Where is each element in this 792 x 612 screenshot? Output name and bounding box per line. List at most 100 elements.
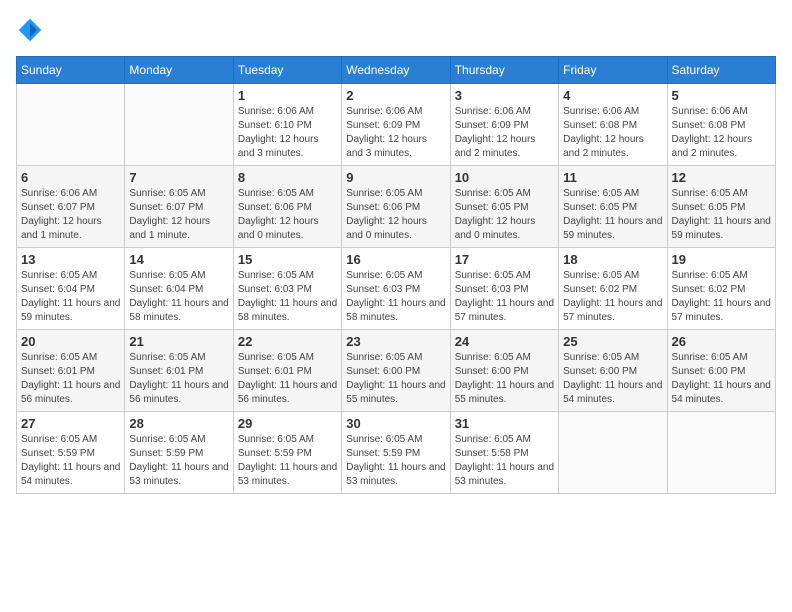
weekday-header: Thursday xyxy=(450,57,558,84)
calendar-cell xyxy=(125,84,233,166)
calendar-cell: 23 Sunrise: 6:05 AM Sunset: 6:00 PM Dayli… xyxy=(342,330,450,412)
calendar-cell: 6Sunrise: 6:06 AM Sunset: 6:07 PM Daylig… xyxy=(17,166,125,248)
calendar-cell: 9 Sunrise: 6:05 AM Sunset: 6:06 PM Daylig… xyxy=(342,166,450,248)
day-info: Sunrise: 6:05 AM Sunset: 5:59 PM Dayligh… xyxy=(21,433,120,489)
day-number: 23 xyxy=(346,334,445,349)
calendar-cell: 27 Sunrise: 6:05 AM Sunset: 5:59 PM Dayli… xyxy=(17,412,125,494)
day-number: 24 xyxy=(455,334,554,349)
day-number: 14 xyxy=(129,252,228,267)
calendar-cell: 30 Sunrise: 6:05 AM Sunset: 5:59 PM Dayli… xyxy=(342,412,450,494)
day-info: Sunrise: 6:05 AM Sunset: 5:59 PM Dayligh… xyxy=(346,433,445,489)
calendar-cell: 22Sunrise: 6:05 AM Sunset: 6:01 PM Dayli… xyxy=(233,330,341,412)
calendar-cell: 19 Sunrise: 6:05 AM Sunset: 6:02 PM Dayli… xyxy=(667,248,775,330)
day-info: Sunrise: 6:05 AM Sunset: 6:06 PM Dayligh… xyxy=(238,187,337,243)
weekday-header: Sunday xyxy=(17,57,125,84)
calendar-cell: 10 Sunrise: 6:05 AM Sunset: 6:05 PM Dayli… xyxy=(450,166,558,248)
weekday-header: Monday xyxy=(125,57,233,84)
day-number: 18 xyxy=(563,252,662,267)
day-info: Sunrise: 6:05 AM Sunset: 6:04 PM Dayligh… xyxy=(129,269,228,325)
day-info: Sunrise: 6:05 AM Sunset: 6:02 PM Dayligh… xyxy=(672,269,771,325)
calendar-cell: 20Sunrise: 6:05 AM Sunset: 6:01 PM Dayli… xyxy=(17,330,125,412)
calendar-cell: 8 Sunrise: 6:05 AM Sunset: 6:06 PM Daylig… xyxy=(233,166,341,248)
day-info: Sunrise: 6:06 AM Sunset: 6:08 PM Dayligh… xyxy=(563,105,662,161)
day-info: Sunrise: 6:05 AM Sunset: 6:02 PM Dayligh… xyxy=(563,269,662,325)
day-number: 8 xyxy=(238,170,337,185)
calendar-cell: 13Sunrise: 6:05 AM Sunset: 6:04 PM Dayli… xyxy=(17,248,125,330)
day-number: 16 xyxy=(346,252,445,267)
day-info: Sunrise: 6:05 AM Sunset: 5:58 PM Dayligh… xyxy=(455,433,554,489)
calendar-week-row: 6Sunrise: 6:06 AM Sunset: 6:07 PM Daylig… xyxy=(17,166,776,248)
day-info: Sunrise: 6:05 AM Sunset: 6:04 PM Dayligh… xyxy=(21,269,120,325)
day-number: 21 xyxy=(129,334,228,349)
calendar-cell: 29 Sunrise: 6:05 AM Sunset: 5:59 PM Dayli… xyxy=(233,412,341,494)
logo xyxy=(16,16,48,44)
calendar-week-row: 20Sunrise: 6:05 AM Sunset: 6:01 PM Dayli… xyxy=(17,330,776,412)
logo-icon xyxy=(16,16,44,44)
day-number: 26 xyxy=(672,334,771,349)
day-number: 7 xyxy=(129,170,228,185)
day-info: Sunrise: 6:05 AM Sunset: 6:03 PM Dayligh… xyxy=(346,269,445,325)
day-number: 3 xyxy=(455,88,554,103)
calendar-cell: 12Sunrise: 6:05 AM Sunset: 6:05 PM Dayli… xyxy=(667,166,775,248)
calendar: SundayMondayTuesdayWednesdayThursdayFrid… xyxy=(16,56,776,494)
weekday-header: Tuesday xyxy=(233,57,341,84)
day-info: Sunrise: 6:06 AM Sunset: 6:10 PM Dayligh… xyxy=(238,105,337,161)
calendar-cell: 2 Sunrise: 6:06 AM Sunset: 6:09 PM Daylig… xyxy=(342,84,450,166)
day-number: 28 xyxy=(129,416,228,431)
weekday-header: Friday xyxy=(559,57,667,84)
day-number: 5 xyxy=(672,88,771,103)
calendar-cell: 26Sunrise: 6:05 AM Sunset: 6:00 PM Dayli… xyxy=(667,330,775,412)
page-header xyxy=(16,16,776,44)
calendar-cell: 31 Sunrise: 6:05 AM Sunset: 5:58 PM Dayli… xyxy=(450,412,558,494)
calendar-cell xyxy=(17,84,125,166)
day-info: Sunrise: 6:06 AM Sunset: 6:07 PM Dayligh… xyxy=(21,187,120,243)
calendar-cell: 28 Sunrise: 6:05 AM Sunset: 5:59 PM Dayli… xyxy=(125,412,233,494)
day-number: 31 xyxy=(455,416,554,431)
day-number: 11 xyxy=(563,170,662,185)
day-info: Sunrise: 6:05 AM Sunset: 6:07 PM Dayligh… xyxy=(129,187,228,243)
calendar-cell: 15Sunrise: 6:05 AM Sunset: 6:03 PM Dayli… xyxy=(233,248,341,330)
calendar-cell: 18 Sunrise: 6:05 AM Sunset: 6:02 PM Dayli… xyxy=(559,248,667,330)
day-info: Sunrise: 6:06 AM Sunset: 6:08 PM Dayligh… xyxy=(672,105,771,161)
day-info: Sunrise: 6:05 AM Sunset: 6:01 PM Dayligh… xyxy=(129,351,228,407)
calendar-cell: 17 Sunrise: 6:05 AM Sunset: 6:03 PM Dayli… xyxy=(450,248,558,330)
calendar-cell: 11Sunrise: 6:05 AM Sunset: 6:05 PM Dayli… xyxy=(559,166,667,248)
day-info: Sunrise: 6:05 AM Sunset: 6:01 PM Dayligh… xyxy=(21,351,120,407)
calendar-cell: 5 Sunrise: 6:06 AM Sunset: 6:08 PM Daylig… xyxy=(667,84,775,166)
weekday-header: Wednesday xyxy=(342,57,450,84)
day-info: Sunrise: 6:05 AM Sunset: 6:05 PM Dayligh… xyxy=(672,187,771,243)
calendar-cell: 16 Sunrise: 6:05 AM Sunset: 6:03 PM Dayli… xyxy=(342,248,450,330)
calendar-week-row: 1Sunrise: 6:06 AM Sunset: 6:10 PM Daylig… xyxy=(17,84,776,166)
day-number: 9 xyxy=(346,170,445,185)
day-number: 10 xyxy=(455,170,554,185)
day-info: Sunrise: 6:06 AM Sunset: 6:09 PM Dayligh… xyxy=(455,105,554,161)
day-number: 19 xyxy=(672,252,771,267)
calendar-cell: 7 Sunrise: 6:05 AM Sunset: 6:07 PM Daylig… xyxy=(125,166,233,248)
calendar-cell xyxy=(559,412,667,494)
day-number: 4 xyxy=(563,88,662,103)
calendar-cell: 4 Sunrise: 6:06 AM Sunset: 6:08 PM Daylig… xyxy=(559,84,667,166)
day-info: Sunrise: 6:05 AM Sunset: 6:00 PM Dayligh… xyxy=(455,351,554,407)
day-info: Sunrise: 6:05 AM Sunset: 5:59 PM Dayligh… xyxy=(129,433,228,489)
day-info: Sunrise: 6:06 AM Sunset: 6:09 PM Dayligh… xyxy=(346,105,445,161)
calendar-cell: 25Sunrise: 6:05 AM Sunset: 6:00 PM Dayli… xyxy=(559,330,667,412)
day-info: Sunrise: 6:05 AM Sunset: 6:05 PM Dayligh… xyxy=(455,187,554,243)
calendar-week-row: 27 Sunrise: 6:05 AM Sunset: 5:59 PM Dayli… xyxy=(17,412,776,494)
calendar-week-row: 13Sunrise: 6:05 AM Sunset: 6:04 PM Dayli… xyxy=(17,248,776,330)
weekday-header-row: SundayMondayTuesdayWednesdayThursdayFrid… xyxy=(17,57,776,84)
calendar-cell xyxy=(667,412,775,494)
day-number: 2 xyxy=(346,88,445,103)
day-number: 29 xyxy=(238,416,337,431)
day-number: 30 xyxy=(346,416,445,431)
day-info: Sunrise: 6:05 AM Sunset: 6:06 PM Dayligh… xyxy=(346,187,445,243)
calendar-cell: 21 Sunrise: 6:05 AM Sunset: 6:01 PM Dayli… xyxy=(125,330,233,412)
day-number: 22 xyxy=(238,334,337,349)
day-info: Sunrise: 6:05 AM Sunset: 6:03 PM Dayligh… xyxy=(455,269,554,325)
day-info: Sunrise: 6:05 AM Sunset: 6:00 PM Dayligh… xyxy=(346,351,445,407)
day-number: 27 xyxy=(21,416,120,431)
calendar-cell: 1Sunrise: 6:06 AM Sunset: 6:10 PM Daylig… xyxy=(233,84,341,166)
day-number: 17 xyxy=(455,252,554,267)
day-info: Sunrise: 6:05 AM Sunset: 5:59 PM Dayligh… xyxy=(238,433,337,489)
weekday-header: Saturday xyxy=(667,57,775,84)
calendar-cell: 3 Sunrise: 6:06 AM Sunset: 6:09 PM Daylig… xyxy=(450,84,558,166)
